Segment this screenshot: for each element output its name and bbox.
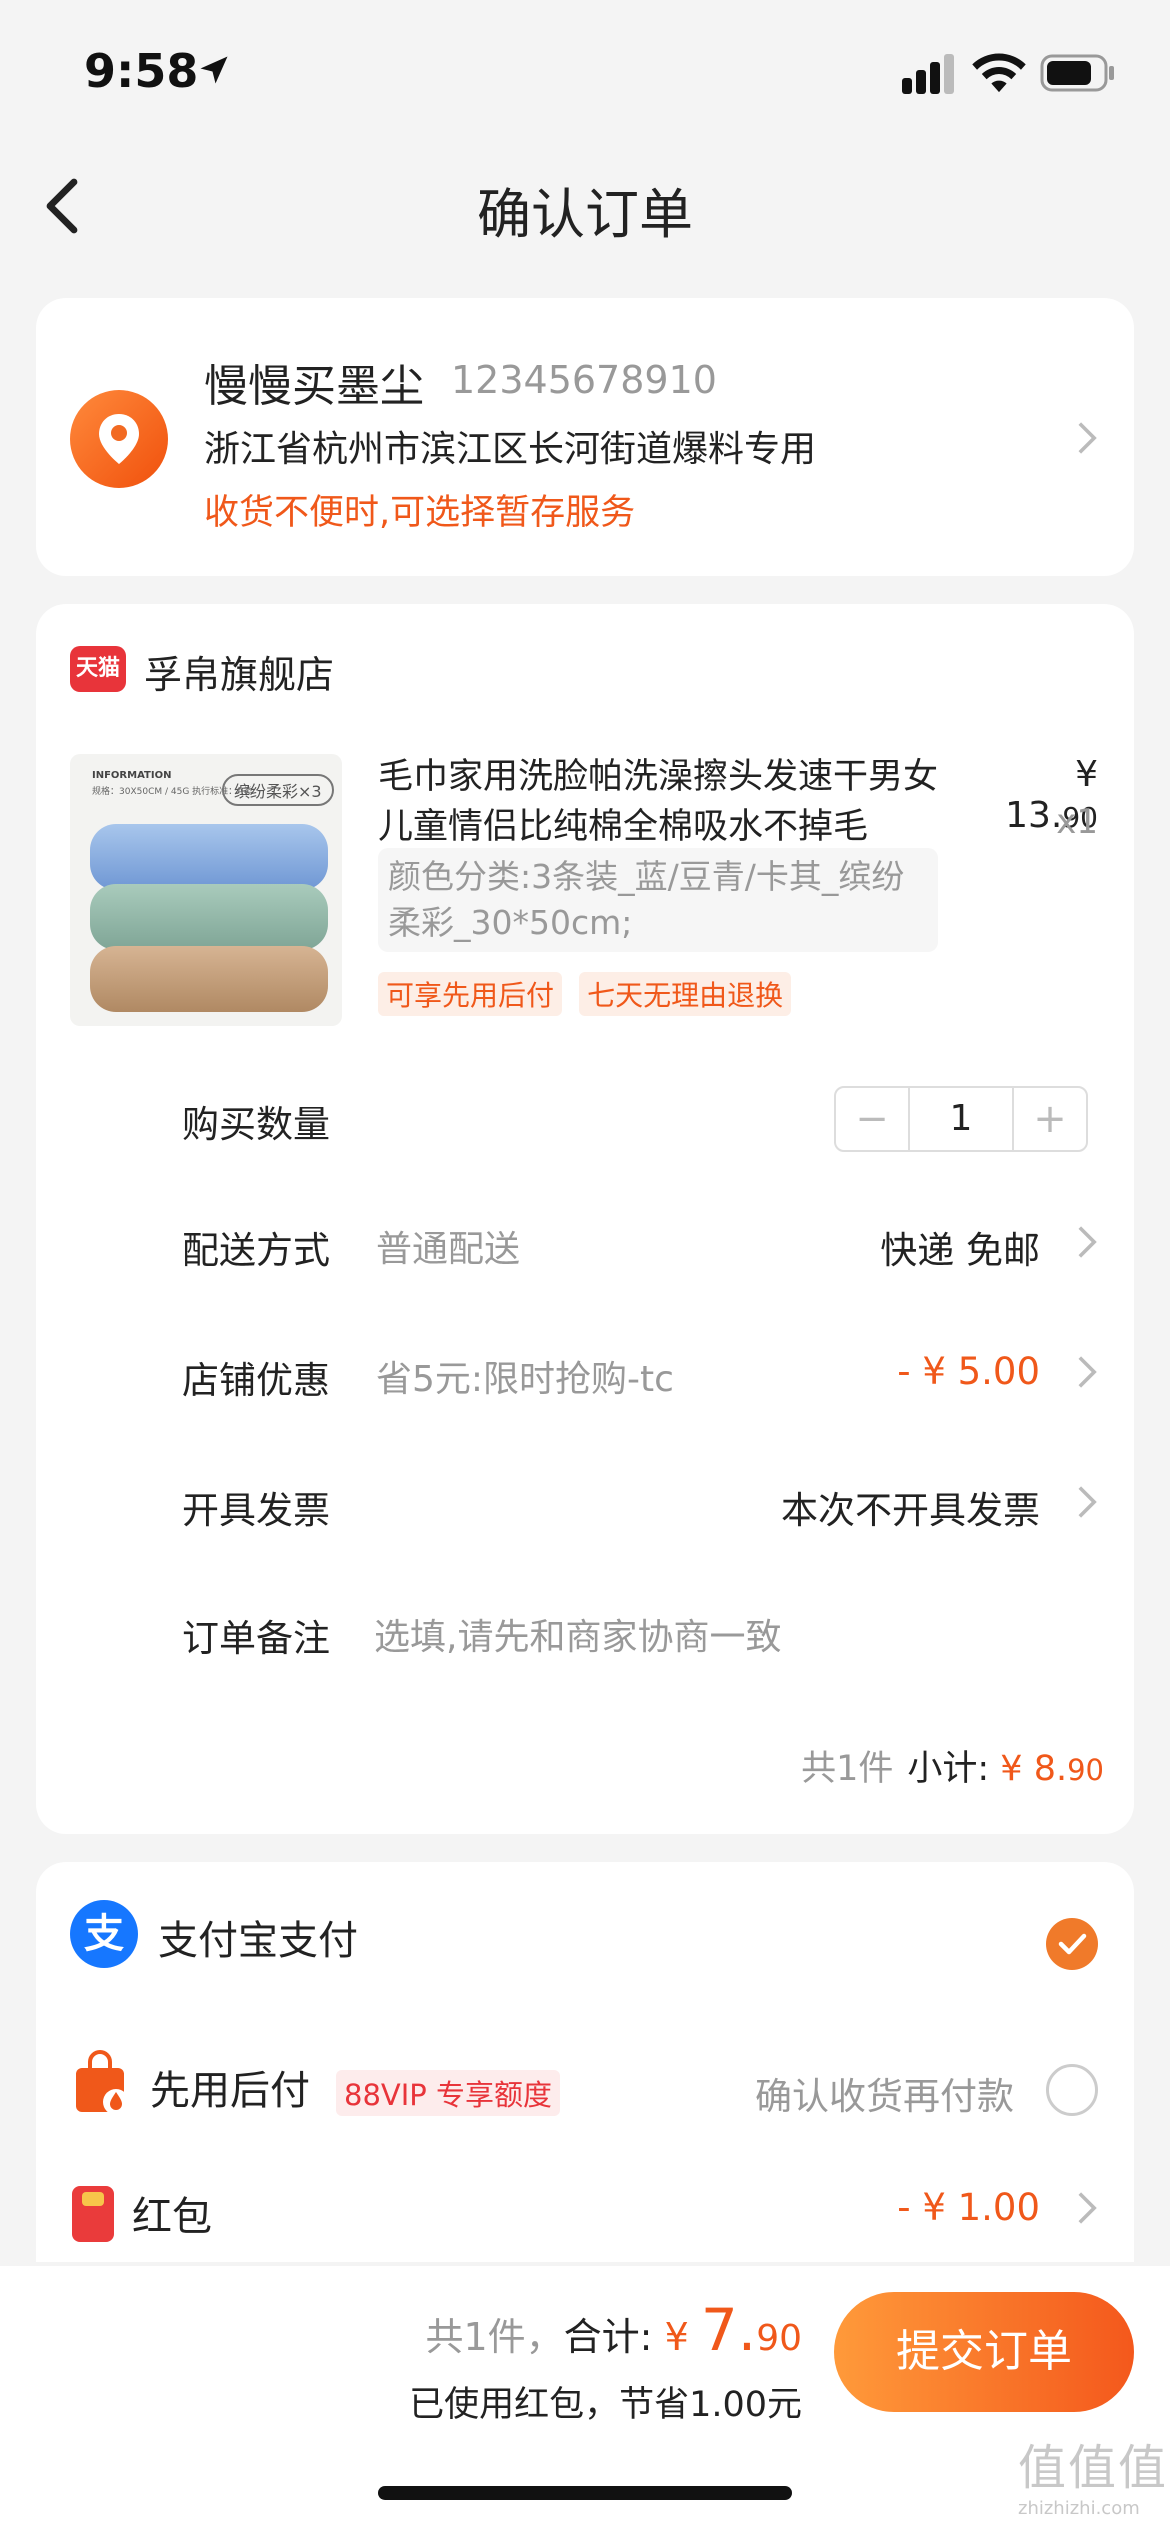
chevron-right-icon — [1078, 2192, 1097, 2224]
nav-bar: 确认订单 — [0, 140, 1170, 275]
towel-blue — [90, 824, 328, 890]
hongbao-value: - ¥ 1.00 — [897, 2186, 1040, 2229]
recipient-name: 慢慢买墨尘 — [204, 361, 424, 412]
hongbao-icon — [72, 2186, 114, 2242]
chevron-right-icon — [1078, 1356, 1097, 1388]
address-note[interactable]: 收货不便时,可选择暂存服务 — [204, 484, 635, 535]
subtotal-label: 小计: — [907, 1749, 990, 1789]
radio-unchecked[interactable] — [1046, 2064, 1098, 2116]
towel-khaki — [90, 946, 328, 1012]
watermark-url: zhizhizhi.com — [1018, 2498, 1140, 2519]
product-badges: 可享先用后付 七天无理由退换 — [378, 972, 803, 1016]
vip-tag: 88VIP 专享额度 — [336, 2070, 560, 2116]
product-image[interactable]: INFORMATION 规格：30X50CM / 45G 执行标准：A类 缤纷柔… — [70, 754, 342, 1026]
discount-label: 店铺优惠 — [182, 1359, 330, 1402]
subtotal-amount-small: 90 — [1067, 1753, 1104, 1787]
battery-icon — [1040, 54, 1114, 92]
chevron-right-icon — [1078, 422, 1097, 454]
order-card: 天猫 孚帛旗舰店 INFORMATION 规格：30X50CM / 45G 执行… — [36, 604, 1134, 1834]
bottom-bar: 共1件，合计: ¥ 7.90 已使用红包，节省1.00元 提交订单 值值值 zh… — [0, 2266, 1170, 2532]
pay-later-label: 先用后付 — [150, 2068, 310, 2114]
check-icon[interactable] — [1046, 1918, 1098, 1970]
remark-label: 订单备注 — [182, 1617, 330, 1660]
watermark-logo: 值值值 — [1018, 2440, 1169, 2496]
status-bar: 9:58 — [0, 0, 1170, 140]
shop-name[interactable]: 孚帛旗舰店 — [144, 644, 334, 699]
payment-card: 支 支付宝支付 先用后付 88VIP 专享额度 确认收货再付款 红包 - ¥ 1… — [36, 1862, 1134, 2262]
shipping-value: 快递 免邮 — [880, 1229, 1040, 1272]
hongbao-label: 红包 — [132, 2194, 212, 2240]
watermark: 值值值 zhizhizhi.com — [1018, 2428, 1168, 2519]
recipient-phone: 12345678910 — [451, 358, 717, 402]
pay-later-note: 确认收货再付款 — [755, 2075, 1014, 2118]
invoice-value: 本次不开具发票 — [781, 1489, 1040, 1532]
address-card[interactable]: 慢慢买墨尘 12345678910 浙江省杭州市滨江区长河街道爆料专用 收货不便… — [36, 298, 1134, 576]
quantity-value[interactable]: 1 — [910, 1088, 1012, 1150]
alipay-icon: 支 — [70, 1900, 138, 1968]
badge-return: 七天无理由退换 — [579, 972, 792, 1016]
badge-pay-later: 可享先用后付 — [378, 972, 563, 1016]
location-arrow-icon — [200, 56, 228, 84]
plus-button[interactable]: + — [1012, 1088, 1086, 1150]
submit-order-button[interactable]: 提交订单 — [834, 2292, 1134, 2412]
total-count: 共1件， — [425, 2315, 564, 2359]
total-currency: ¥ — [664, 2315, 701, 2359]
saved-text: 已使用红包，节省1.00元 — [409, 2385, 802, 2425]
product-spec[interactable]: 颜色分类:3条装_蓝/豆青/卡其_缤纷柔彩_30*50cm; — [378, 848, 938, 952]
towel-green — [90, 884, 328, 950]
signal-icon — [902, 54, 954, 94]
image-info-title: INFORMATION — [92, 770, 172, 781]
wifi-icon — [972, 53, 1026, 93]
location-pin-icon — [70, 390, 168, 488]
status-time: 9:58 — [84, 44, 199, 98]
page-title: 确认订单 — [477, 183, 693, 246]
total-line: 共1件，合计: ¥ 7.90 — [425, 2296, 802, 2364]
chevron-right-icon — [1078, 1226, 1097, 1258]
shipping-label: 配送方式 — [182, 1229, 330, 1272]
bag-icon — [76, 2050, 129, 2115]
product-qty: x1 — [1056, 802, 1098, 842]
chevron-right-icon — [1078, 1486, 1097, 1518]
quantity-label: 购买数量 — [182, 1103, 330, 1146]
discount-value: - ¥ 5.00 — [897, 1350, 1040, 1393]
product-title[interactable]: 毛巾家用洗脸帕洗澡擦头发速干男女儿童情侣比纯棉全棉吸水不掉毛 — [378, 752, 958, 852]
invoice-label: 开具发票 — [182, 1489, 330, 1532]
quantity-stepper: − 1 + — [834, 1086, 1088, 1152]
home-indicator[interactable] — [378, 2486, 792, 2500]
discount-sub: 省5元:限时抢购-tc — [376, 1359, 674, 1400]
total-amount-main: 7. — [700, 2296, 757, 2364]
minus-button[interactable]: − — [836, 1088, 910, 1150]
tmall-icon: 天猫 — [70, 646, 126, 692]
alipay-label: 支付宝支付 — [158, 1918, 358, 1964]
subtotal-count: 共1件 — [801, 1749, 894, 1789]
address-line: 浙江省杭州市滨江区长河街道爆料专用 — [204, 429, 817, 470]
subtotal-amount-main: ¥ 8. — [1000, 1749, 1068, 1789]
image-tag: 缤纷柔彩×3 — [222, 774, 334, 806]
remark-input[interactable]: 选填,请先和商家协商一致 — [374, 1608, 781, 1660]
total-label: 合计: — [563, 2315, 653, 2359]
subtotal: 共1件 小计: ¥ 8.90 — [801, 1740, 1104, 1791]
shipping-sub: 普通配送 — [376, 1229, 521, 1270]
total-amount-small: 90 — [756, 2318, 802, 2359]
